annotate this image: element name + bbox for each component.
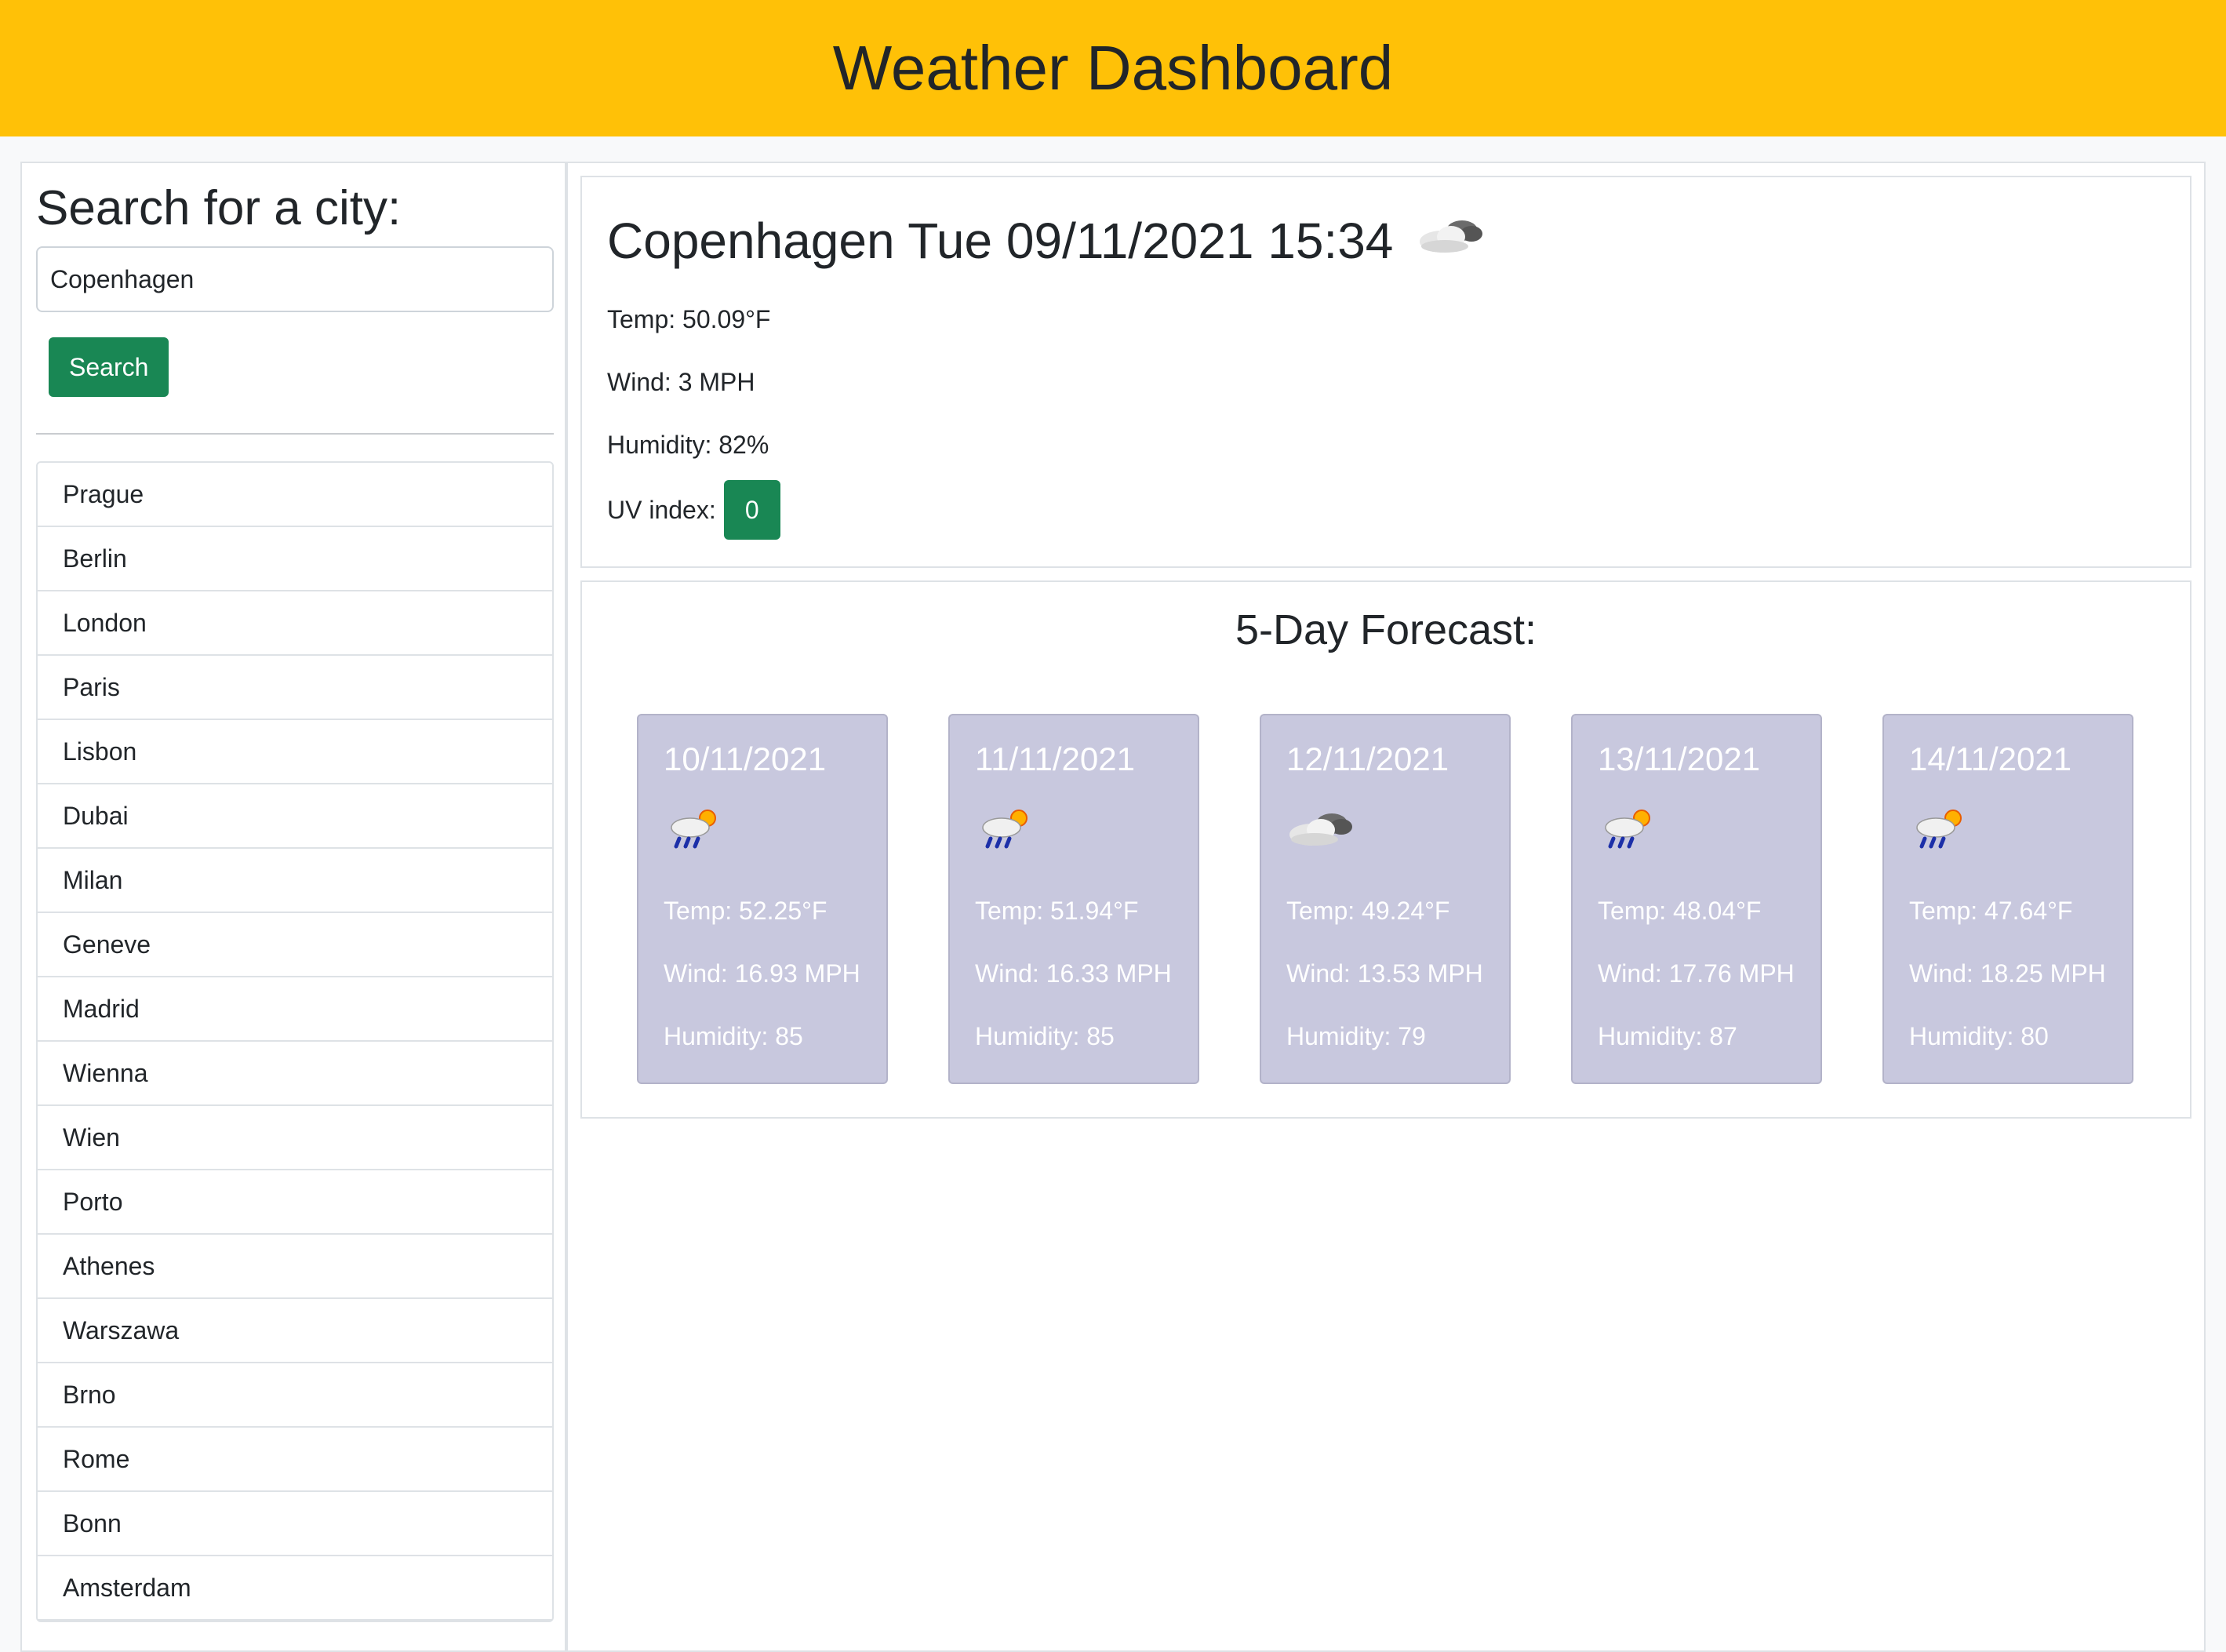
forecast-card: 10/11/2021 Temp: 52.25°F Wind: 16.93 MPH… — [637, 714, 888, 1084]
forecast-heading: 5-Day Forecast: — [1235, 606, 1537, 653]
city-item[interactable]: Milan — [38, 849, 552, 914]
city-item[interactable]: Rome — [38, 1428, 552, 1493]
forecast-humidity: Humidity: 79 — [1286, 1021, 1426, 1050]
sidebar: Search for a city: Search Prague Berlin … — [20, 162, 566, 1652]
forecast-card: 13/11/2021 Temp: 48.04°F Wind: 17.76 MPH… — [1571, 714, 1822, 1084]
city-item[interactable]: Madrid — [38, 977, 552, 1043]
current-wind: Wind: 3 MPH — [607, 367, 755, 396]
forecast-date: 13/11/2021 — [1598, 740, 1761, 777]
city-item[interactable]: Warszawa — [38, 1299, 552, 1364]
forecast-humidity: Humidity: 80 — [1909, 1021, 2049, 1050]
current-temp: Temp: 50.09°F — [607, 304, 771, 333]
rain-sun-icon — [1598, 791, 1795, 866]
rain-sun-icon — [664, 791, 861, 866]
forecast-temp: Temp: 52.25°F — [664, 896, 827, 925]
city-item[interactable]: Geneve — [38, 913, 552, 978]
city-item[interactable]: Athenes — [38, 1235, 552, 1300]
current-weather-panel: Copenhagen Tue 09/11/2021 15:34 Temp: 50… — [580, 176, 2191, 568]
forecast-temp: Temp: 47.64°F — [1909, 896, 2073, 925]
forecast-date: 14/11/2021 — [1909, 740, 2072, 777]
forecast-wind: Wind: 16.93 MPH — [664, 959, 860, 988]
forecast-temp: Temp: 48.04°F — [1598, 896, 1762, 925]
city-item[interactable]: Porto — [38, 1170, 552, 1235]
city-item[interactable]: Bonn — [38, 1492, 552, 1557]
forecast-panel: 5-Day Forecast: 10/11/2021 Temp: 52.25°F… — [580, 580, 2191, 1119]
current-humidity: Humidity: 82% — [607, 430, 769, 459]
forecast-wind: Wind: 18.25 MPH — [1909, 959, 2106, 988]
search-heading: Search for a city: — [36, 181, 402, 235]
city-history-list: Prague Berlin London Paris Lisbon Dubai … — [36, 461, 554, 1623]
rain-sun-icon — [975, 791, 1173, 866]
forecast-date: 12/11/2021 — [1286, 740, 1449, 777]
forecast-wind: Wind: 13.53 MPH — [1286, 959, 1483, 988]
rain-sun-icon — [1909, 791, 2107, 866]
divider — [36, 433, 554, 435]
main-content: Copenhagen Tue 09/11/2021 15:34 Temp: 50… — [566, 162, 2206, 1652]
city-date-heading: Copenhagen Tue 09/11/2021 15:34 — [607, 213, 1394, 269]
city-item[interactable]: Lisbon — [38, 720, 552, 785]
current-uv: UV index: 0 — [607, 480, 2165, 540]
page-header: Weather Dashboard — [0, 0, 2226, 136]
city-item[interactable]: Brno — [38, 1363, 552, 1428]
city-item[interactable]: Wienna — [38, 1042, 552, 1107]
forecast-card: 12/11/2021 Temp: 49.24°F Wind: 13.53 MPH… — [1260, 714, 1511, 1084]
page-title: Weather Dashboard — [832, 33, 1394, 103]
city-item[interactable]: Wien — [38, 1106, 552, 1171]
forecast-temp: Temp: 49.24°F — [1286, 896, 1450, 925]
forecast-wind: Wind: 17.76 MPH — [1598, 959, 1795, 988]
forecast-humidity: Humidity: 87 — [1598, 1021, 1737, 1050]
cloud-icon — [1286, 791, 1484, 866]
cloud-icon — [1417, 212, 1487, 271]
city-search-input[interactable] — [36, 246, 554, 313]
forecast-humidity: Humidity: 85 — [975, 1021, 1115, 1050]
search-button[interactable]: Search — [49, 337, 169, 398]
forecast-date: 11/11/2021 — [975, 740, 1135, 777]
forecast-humidity: Humidity: 85 — [664, 1021, 803, 1050]
uv-badge: 0 — [723, 480, 780, 540]
uv-label: UV index: — [607, 495, 716, 524]
city-item[interactable]: Paris — [38, 656, 552, 721]
city-item[interactable]: Prague — [38, 463, 552, 528]
current-weather-title: Copenhagen Tue 09/11/2021 15:34 — [607, 207, 2165, 275]
forecast-temp: Temp: 51.94°F — [975, 896, 1139, 925]
forecast-card: 14/11/2021 Temp: 47.64°F Wind: 18.25 MPH… — [1882, 714, 2133, 1084]
city-item[interactable]: Dubai — [38, 784, 552, 850]
forecast-wind: Wind: 16.33 MPH — [975, 959, 1172, 988]
city-item[interactable]: Berlin — [38, 527, 552, 592]
forecast-card: 11/11/2021 Temp: 51.94°F Wind: 16.33 MPH… — [948, 714, 1199, 1084]
city-item[interactable]: Amsterdam — [38, 1556, 552, 1621]
city-item[interactable]: London — [38, 591, 552, 657]
forecast-date: 10/11/2021 — [664, 740, 827, 777]
